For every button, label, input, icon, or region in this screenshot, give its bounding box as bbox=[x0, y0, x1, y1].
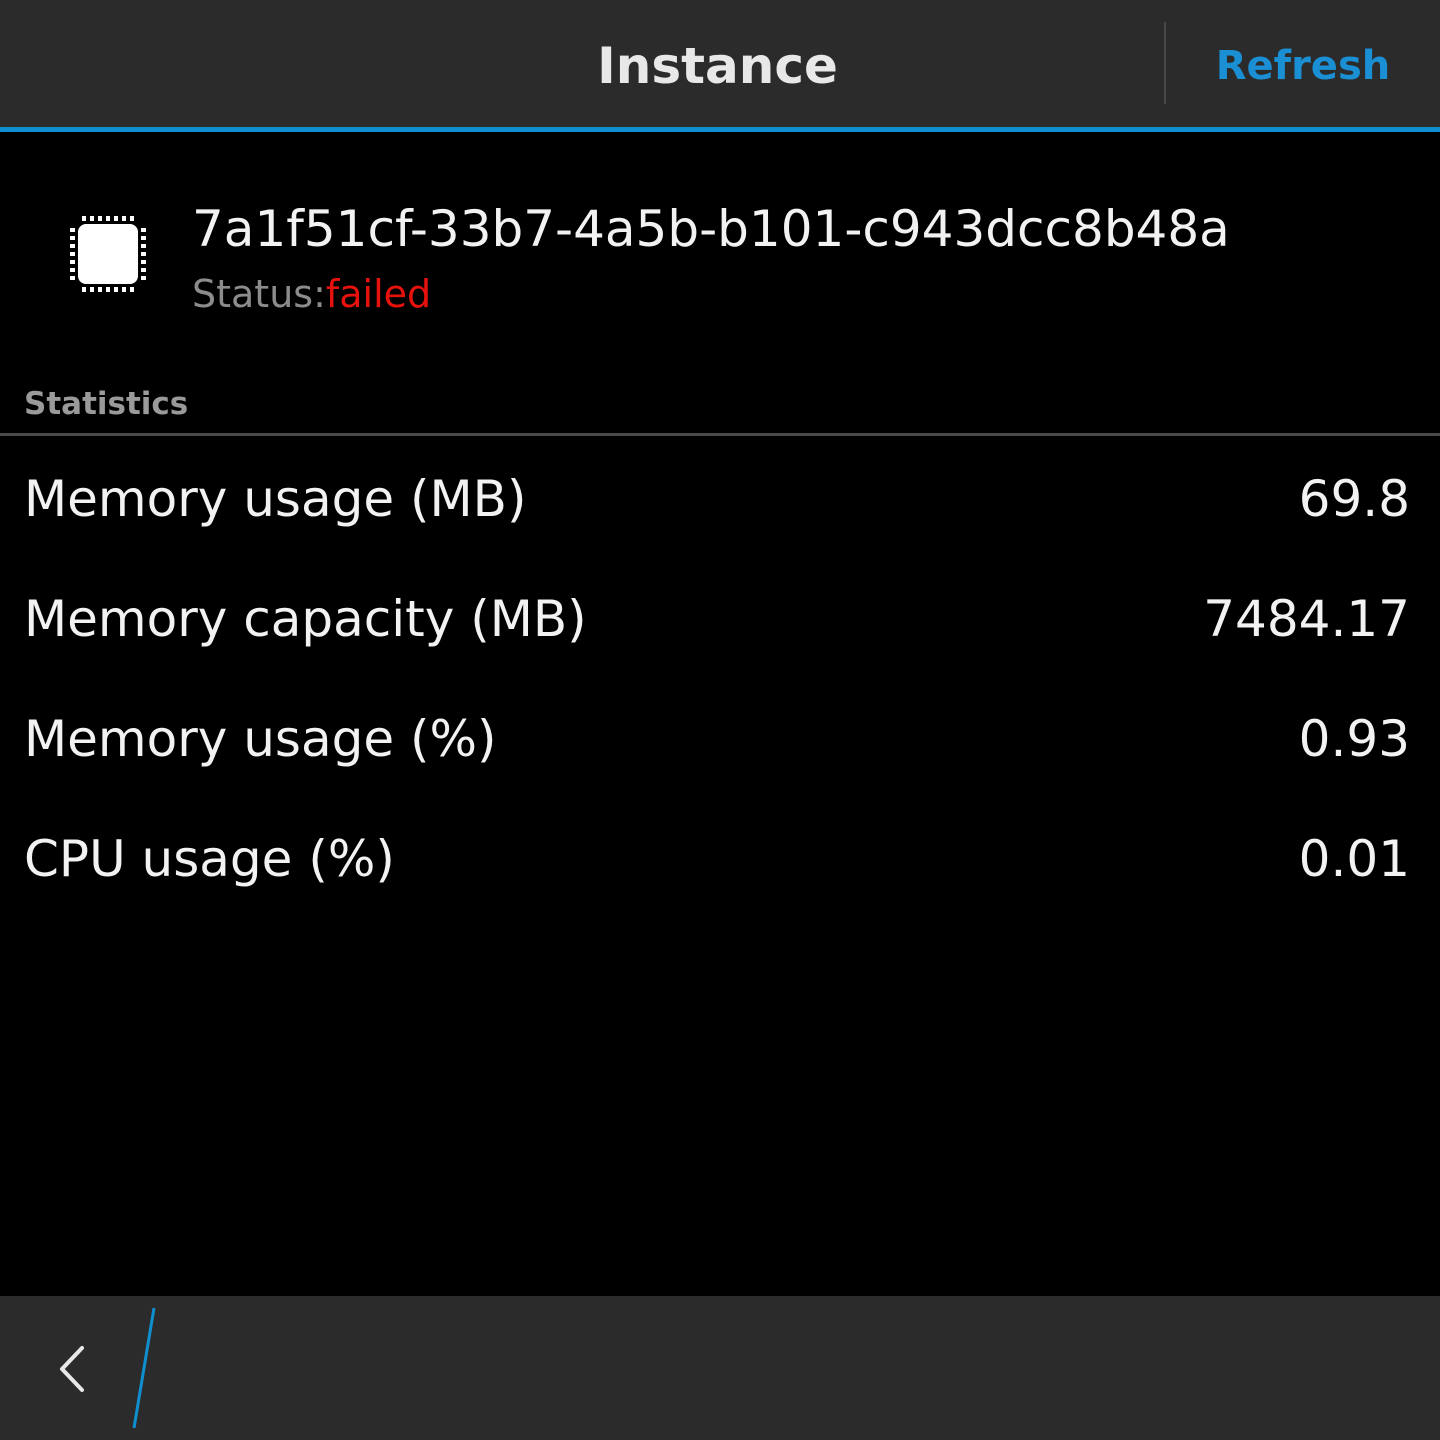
stat-value: 7484.17 bbox=[1203, 590, 1410, 648]
stat-value: 0.01 bbox=[1298, 830, 1410, 888]
section-divider bbox=[0, 433, 1440, 436]
action-bar-divider bbox=[128, 1306, 160, 1430]
chevron-left-icon bbox=[60, 1346, 84, 1392]
stat-label: Memory usage (MB) bbox=[24, 470, 527, 528]
stat-label: Memory usage (%) bbox=[24, 710, 497, 768]
title-bar: Instance Refresh bbox=[0, 0, 1440, 127]
statistics-header: Statistics bbox=[24, 386, 189, 422]
stat-label: CPU usage (%) bbox=[24, 830, 395, 888]
title-bar-accent-line bbox=[0, 127, 1440, 132]
status-line: Status:failed bbox=[192, 272, 431, 316]
stat-row-memory-usage-mb: Memory usage (MB) 69.8 bbox=[24, 470, 1410, 540]
chip-icon bbox=[68, 214, 148, 294]
status-label: Status: bbox=[192, 272, 326, 316]
refresh-button[interactable]: Refresh bbox=[1166, 0, 1440, 127]
page-title: Instance bbox=[597, 37, 838, 95]
bottom-action-bar bbox=[0, 1296, 1440, 1440]
back-button[interactable] bbox=[30, 1316, 120, 1420]
stat-value: 69.8 bbox=[1298, 470, 1410, 528]
stat-row-memory-usage-percent: Memory usage (%) 0.93 bbox=[24, 710, 1410, 780]
instance-id: 7a1f51cf-33b7-4a5b-b101-c943dcc8b48a bbox=[192, 200, 1230, 258]
status-badge: failed bbox=[325, 272, 432, 316]
stat-row-cpu-usage-percent: CPU usage (%) 0.01 bbox=[24, 830, 1410, 900]
stat-row-memory-capacity-mb: Memory capacity (MB) 7484.17 bbox=[24, 590, 1410, 660]
stat-label: Memory capacity (MB) bbox=[24, 590, 587, 648]
stat-value: 0.93 bbox=[1298, 710, 1410, 768]
